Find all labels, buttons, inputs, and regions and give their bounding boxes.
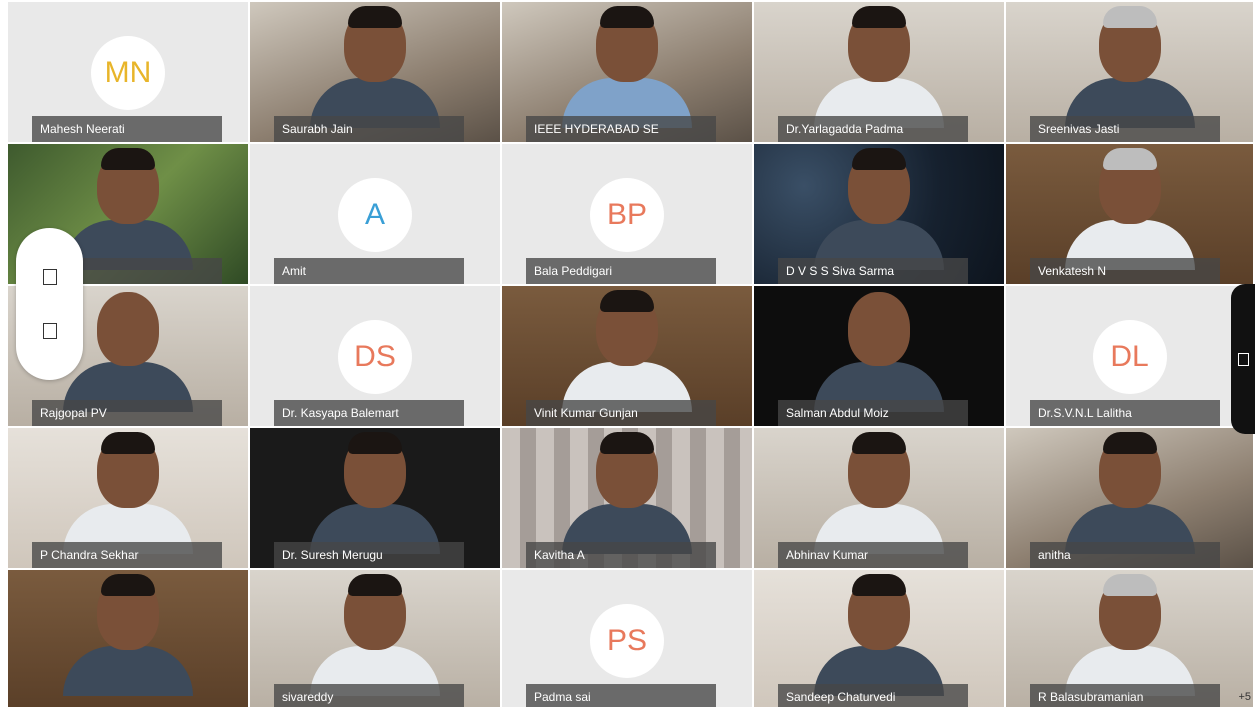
video-feed bbox=[814, 6, 944, 128]
participant-name: Kavitha A bbox=[526, 542, 716, 568]
participant-tile[interactable]: sivareddy bbox=[250, 570, 502, 707]
participant-name: Saurabh Jain bbox=[274, 116, 464, 142]
participant-tile[interactable] bbox=[8, 570, 250, 707]
video-feed bbox=[310, 432, 440, 554]
participant-name: Rajgopal PV bbox=[32, 400, 222, 426]
avatar: MN bbox=[91, 36, 165, 110]
side-toolbar bbox=[16, 228, 83, 380]
video-feed bbox=[63, 148, 193, 270]
participant-tile[interactable]: A Amit bbox=[250, 144, 502, 286]
participant-tile[interactable]: R Balasubramanian bbox=[1006, 570, 1255, 707]
participant-name: Sreenivas Jasti bbox=[1030, 116, 1220, 142]
participant-name: Dr. Suresh Merugu bbox=[274, 542, 464, 568]
participant-tile[interactable]: Venkatesh N bbox=[1006, 144, 1255, 286]
participant-name: Amit bbox=[274, 258, 464, 284]
video-feed bbox=[1064, 148, 1195, 270]
participant-tile[interactable]: Sreenivas Jasti bbox=[1006, 2, 1255, 144]
participant-name: sivareddy bbox=[274, 684, 464, 707]
participant-name: Mahesh Neerati bbox=[32, 116, 222, 142]
participant-name: IEEE HYDERABAD SE bbox=[526, 116, 716, 142]
participant-name: D V S S Siva Sarma bbox=[778, 258, 968, 284]
video-feed bbox=[562, 432, 692, 554]
participant-name: Vinit Kumar Gunjan bbox=[526, 400, 716, 426]
video-feed bbox=[310, 6, 440, 128]
participant-name: Sandeep Chaturvedi bbox=[778, 684, 968, 707]
participant-name: Salman Abdul Moiz bbox=[778, 400, 968, 426]
participant-name: P Chandra Sekhar bbox=[32, 542, 222, 568]
participant-tile[interactable]: Abhinav Kumar bbox=[754, 428, 1006, 570]
video-feed bbox=[814, 148, 944, 270]
video-feed bbox=[1064, 574, 1195, 696]
participant-name: Dr.Yarlagadda Padma bbox=[778, 116, 968, 142]
participant-tile[interactable]: MN Mahesh Neerati bbox=[8, 2, 250, 144]
participant-grid: MN Mahesh Neerati Saurabh Jain IEEE HYDERAB… bbox=[8, 2, 1255, 707]
participant-tile[interactable]: Dr.Yarlagadda Padma bbox=[754, 2, 1006, 144]
participant-tile[interactable]: P Chandra Sekhar bbox=[8, 428, 250, 570]
participant-name: Padma sai bbox=[526, 684, 716, 707]
more-participants-count[interactable]: +5 bbox=[1238, 691, 1251, 703]
video-feed bbox=[814, 574, 944, 696]
participant-tile[interactable]: Sandeep Chaturvedi bbox=[754, 570, 1006, 707]
participant-tile[interactable]: IEEE HYDERABAD SE bbox=[502, 2, 754, 144]
square-icon[interactable] bbox=[42, 269, 57, 285]
video-feed bbox=[63, 432, 193, 554]
avatar: DL bbox=[1092, 320, 1167, 394]
participant-tile[interactable]: Vinit Kumar Gunjan bbox=[502, 286, 754, 428]
avatar: BP bbox=[590, 178, 664, 252]
participant-name: Abhinav Kumar bbox=[778, 542, 968, 568]
right-panel-handle[interactable] bbox=[1231, 284, 1255, 434]
participant-tile[interactable]: DS Dr. Kasyapa Balemart bbox=[250, 286, 502, 428]
avatar: PS bbox=[590, 604, 664, 678]
participant-name: Venkatesh N bbox=[1030, 258, 1220, 284]
video-feed bbox=[562, 6, 692, 128]
video-feed bbox=[814, 292, 944, 412]
participant-tile[interactable]: Kavitha A bbox=[502, 428, 754, 570]
participant-name: R Balasubramanian bbox=[1030, 684, 1220, 707]
participant-tile[interactable]: PS Padma sai bbox=[502, 570, 754, 707]
participant-tile[interactable]: D V S S Siva Sarma bbox=[754, 144, 1006, 286]
participant-tile[interactable]: Saurabh Jain bbox=[250, 2, 502, 144]
avatar: A bbox=[338, 178, 412, 252]
participant-name: Dr. Kasyapa Balemart bbox=[274, 400, 464, 426]
video-feed bbox=[814, 432, 944, 554]
video-feed bbox=[63, 574, 193, 696]
avatar: DS bbox=[338, 320, 412, 394]
participant-tile[interactable]: DL Dr.S.V.N.L Lalitha bbox=[1006, 286, 1255, 428]
participant-tile[interactable]: anitha bbox=[1006, 428, 1255, 570]
participant-tile[interactable]: Salman Abdul Moiz bbox=[754, 286, 1006, 428]
video-feed bbox=[562, 290, 692, 412]
participant-tile[interactable]: Dr. Suresh Merugu bbox=[250, 428, 502, 570]
participant-tile[interactable]: BP Bala Peddigari bbox=[502, 144, 754, 286]
participant-name: anitha bbox=[1030, 542, 1220, 568]
participant-name: Dr.S.V.N.L Lalitha bbox=[1030, 400, 1220, 426]
video-feed bbox=[1064, 432, 1195, 554]
square-icon[interactable] bbox=[1237, 352, 1249, 366]
video-feed bbox=[310, 574, 440, 696]
video-feed bbox=[1064, 6, 1195, 128]
participant-name: Bala Peddigari bbox=[526, 258, 716, 284]
square-icon[interactable] bbox=[42, 323, 57, 339]
